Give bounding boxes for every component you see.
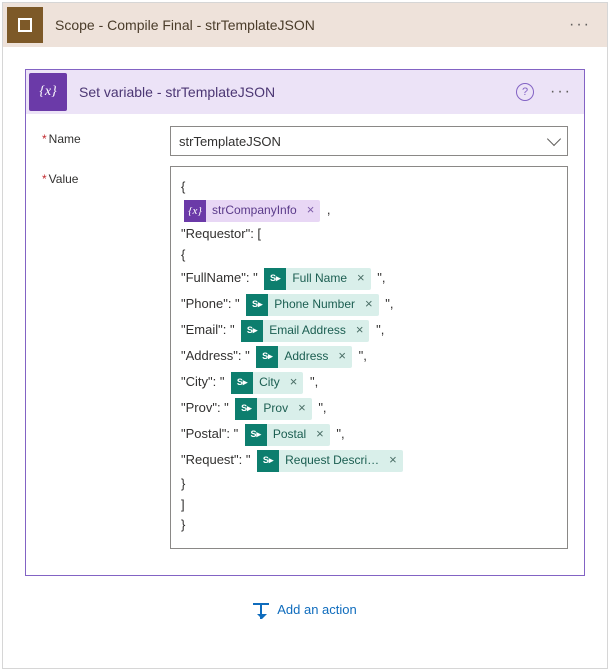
name-select[interactable]: strTemplateJSON <box>170 126 568 156</box>
close-icon[interactable]: × <box>292 400 312 417</box>
close-icon[interactable]: × <box>310 426 330 443</box>
token-fullname[interactable]: S▸ Full Name × <box>264 268 370 290</box>
form-area: *Name strTemplateJSON *Value { {x} strC <box>26 114 584 575</box>
sharepoint-icon: S▸ <box>235 398 257 420</box>
scope-title: Scope - Compile Final - strTemplateJSON <box>55 17 563 33</box>
sharepoint-icon: S▸ <box>264 268 286 290</box>
sharepoint-icon: S▸ <box>241 320 263 342</box>
name-value: strTemplateJSON <box>179 134 281 149</box>
name-label: *Name <box>42 126 170 146</box>
variable-token-icon: {x} <box>184 200 206 222</box>
close-icon[interactable]: × <box>284 374 304 391</box>
close-icon[interactable]: × <box>350 322 370 339</box>
token-request[interactable]: S▸ Request Descri… × <box>257 450 403 472</box>
token-phone[interactable]: S▸ Phone Number × <box>246 294 378 316</box>
action-menu-button[interactable]: ··· <box>544 83 578 101</box>
value-row: *Value { {x} strCompanyInfo × , "Request… <box>42 166 568 549</box>
token-city[interactable]: S▸ City × <box>231 372 303 394</box>
set-variable-title: Set variable - strTemplateJSON <box>79 84 516 100</box>
token-address[interactable]: S▸ Address × <box>256 346 352 368</box>
set-variable-card: {x} Set variable - strTemplateJSON ? ···… <box>25 69 585 576</box>
variable-icon: {x} <box>29 73 67 111</box>
add-action-icon <box>253 603 269 617</box>
help-icon[interactable]: ? <box>516 83 534 101</box>
add-action-label: Add an action <box>277 602 357 617</box>
scope-icon <box>7 7 43 43</box>
scope-menu-button[interactable]: ··· <box>563 16 597 34</box>
sharepoint-icon: S▸ <box>231 372 253 394</box>
sharepoint-icon: S▸ <box>246 294 268 316</box>
token-email[interactable]: S▸ Email Address × <box>241 320 369 342</box>
close-icon[interactable]: × <box>351 270 371 287</box>
scope-header[interactable]: Scope - Compile Final - strTemplateJSON … <box>3 3 607 47</box>
value-label: *Value <box>42 166 170 186</box>
sharepoint-icon: S▸ <box>256 346 278 368</box>
sharepoint-icon: S▸ <box>257 450 279 472</box>
close-icon[interactable]: × <box>359 296 379 313</box>
value-editor[interactable]: { {x} strCompanyInfo × , "Requestor": [ … <box>170 166 568 549</box>
set-variable-header[interactable]: {x} Set variable - strTemplateJSON ? ··· <box>26 70 584 114</box>
scope-card: Scope - Compile Final - strTemplateJSON … <box>2 2 608 669</box>
chevron-down-icon <box>547 132 561 146</box>
close-icon[interactable]: × <box>383 452 403 469</box>
scope-body: {x} Set variable - strTemplateJSON ? ···… <box>3 47 607 635</box>
sharepoint-icon: S▸ <box>245 424 267 446</box>
name-row: *Name strTemplateJSON <box>42 126 568 156</box>
token-postal[interactable]: S▸ Postal × <box>245 424 330 446</box>
close-icon[interactable]: × <box>301 202 321 219</box>
token-prov[interactable]: S▸ Prov × <box>235 398 311 420</box>
add-action-button[interactable]: Add an action <box>25 602 585 617</box>
token-strcompanyinfo[interactable]: {x} strCompanyInfo × <box>184 200 320 222</box>
close-icon[interactable]: × <box>332 348 352 365</box>
